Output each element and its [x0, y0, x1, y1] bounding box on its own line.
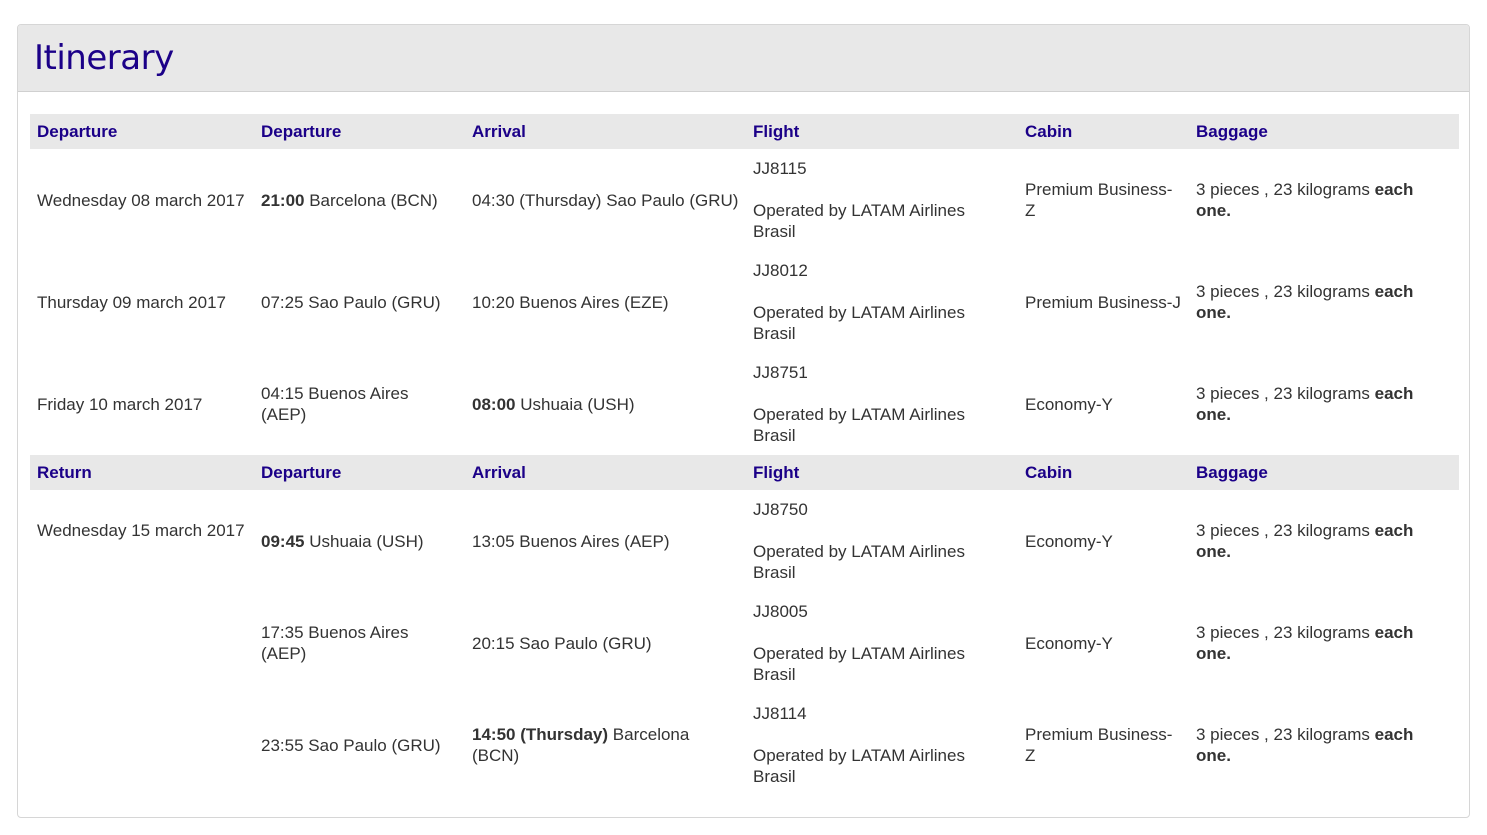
segment-arrival: 08:00 Ushuaia (USH): [465, 353, 746, 455]
column-header-arrival: Arrival: [472, 462, 526, 482]
departure-place: Sao Paulo (GRU): [308, 292, 441, 312]
table-row: 17:35 Buenos Aires (AEP) 20:15 Sao Paulo…: [30, 592, 1459, 694]
segment-date: Wednesday 15 march 2017: [37, 521, 245, 540]
segment-flight: JJ8114 Operated by LATAM Airlines Brasil: [746, 694, 1018, 796]
segment-flight: JJ8012 Operated by LATAM Airlines Brasil: [746, 251, 1018, 353]
segment-baggage: 3 pieces , 23 kilograms each one.: [1189, 251, 1459, 353]
panel-header: Itinerary: [18, 25, 1469, 92]
page-title: Itinerary: [34, 38, 174, 78]
table-row: Wednesday 15 march 2017 09:45 Ushuaia (U…: [30, 490, 1459, 592]
segment-flight: JJ8751 Operated by LATAM Airlines Brasil: [746, 353, 1018, 455]
segment-date: Friday 10 march 2017: [37, 394, 203, 414]
departure-place: Ushuaia (USH): [309, 531, 424, 551]
segment-baggage: 3 pieces , 23 kilograms each one.: [1189, 353, 1459, 455]
departure-time: 04:15: [261, 384, 304, 403]
table-row: 23:55 Sao Paulo (GRU) 14:50 (Thursday) B…: [30, 694, 1459, 796]
arrival-time: 10:20: [472, 292, 515, 312]
return-header-row: Return Departure Arrival Flight Cabin Ba…: [30, 455, 1459, 490]
departure-place: Barcelona (BCN): [309, 190, 438, 210]
segment-departure: 17:35 Buenos Aires (AEP): [254, 592, 465, 694]
table-row: Friday 10 march 2017 04:15 Buenos Aires …: [30, 353, 1459, 455]
flight-number: JJ8005: [753, 602, 808, 621]
segment-flight: JJ8005 Operated by LATAM Airlines Brasil: [746, 592, 1018, 694]
column-header-cabin: Cabin: [1025, 121, 1073, 141]
arrival-place: Sao Paulo (GRU): [519, 633, 652, 653]
segment-cabin: Premium Business-Z: [1025, 725, 1173, 765]
segment-baggage: 3 pieces , 23 kilograms each one.: [1189, 490, 1459, 592]
segment-date: Wednesday 08 march 2017: [37, 190, 245, 210]
outbound-header-row: Departure Departure Arrival Flight Cabin…: [30, 114, 1459, 149]
segment-departure: 09:45 Ushuaia (USH): [254, 490, 465, 592]
departure-time: 09:45: [261, 531, 305, 551]
itinerary-panel: Itinerary Departure Departure Arrival Fl…: [17, 24, 1470, 818]
arrival-place: Buenos Aires (EZE): [519, 292, 669, 312]
column-header-baggage: Baggage: [1196, 462, 1268, 482]
flight-number: JJ8114: [753, 704, 807, 723]
column-header-departure: Departure: [261, 121, 342, 141]
arrival-place: Buenos Aires (AEP): [519, 531, 670, 551]
column-header-baggage: Baggage: [1196, 121, 1268, 141]
baggage-allowance: 3 pieces , 23 kilograms: [1196, 180, 1370, 199]
segment-date: [30, 592, 254, 694]
operated-by: Operated by LATAM Airlines Brasil: [753, 746, 965, 786]
baggage-allowance: 3 pieces , 23 kilograms: [1196, 521, 1370, 540]
baggage-allowance: 3 pieces , 23 kilograms: [1196, 384, 1370, 403]
segment-departure: 04:15 Buenos Aires (AEP): [254, 353, 465, 455]
segment-baggage: 3 pieces , 23 kilograms each one.: [1189, 149, 1459, 251]
flight-number: JJ8751: [753, 363, 808, 382]
segment-arrival: 20:15 Sao Paulo (GRU): [465, 592, 746, 694]
flight-number: JJ8115: [753, 159, 807, 178]
column-header-flight: Flight: [753, 462, 800, 482]
arrival-time: 13:05: [472, 531, 515, 551]
segment-departure: 21:00 Barcelona (BCN): [254, 149, 465, 251]
column-header-arrival: Arrival: [472, 121, 526, 141]
baggage-allowance: 3 pieces , 23 kilograms: [1196, 725, 1370, 744]
column-header-departure-date: Departure: [37, 121, 118, 141]
departure-time: 07:25: [261, 292, 304, 312]
operated-by: Operated by LATAM Airlines Brasil: [753, 405, 965, 445]
segment-baggage: 3 pieces , 23 kilograms each one.: [1189, 694, 1459, 796]
segment-cabin: Economy-Y: [1025, 531, 1113, 551]
arrival-place: Ushuaia (USH): [520, 394, 635, 414]
arrival-time: 14:50 (Thursday): [472, 725, 609, 744]
flight-number: JJ8750: [753, 500, 808, 519]
itinerary-table: Departure Departure Arrival Flight Cabin…: [30, 114, 1459, 796]
arrival-time: 20:15: [472, 633, 515, 653]
segment-departure: 07:25 Sao Paulo (GRU): [254, 251, 465, 353]
segment-cabin: Premium Business-J: [1025, 292, 1181, 312]
segment-cabin: Economy-Y: [1025, 394, 1113, 414]
column-header-cabin: Cabin: [1025, 462, 1073, 482]
operated-by: Operated by LATAM Airlines Brasil: [753, 201, 965, 241]
departure-time: 23:55: [261, 735, 304, 755]
column-header-return-date: Return: [37, 462, 92, 482]
column-header-departure: Departure: [261, 462, 342, 482]
segment-arrival: 10:20 Buenos Aires (EZE): [465, 251, 746, 353]
segment-cabin: Economy-Y: [1025, 633, 1113, 653]
segment-cabin: Premium Business-Z: [1025, 180, 1173, 220]
segment-flight: JJ8115 Operated by LATAM Airlines Brasil: [746, 149, 1018, 251]
arrival-time: 08:00: [472, 394, 516, 414]
segment-baggage: 3 pieces , 23 kilograms each one.: [1189, 592, 1459, 694]
segment-arrival: 14:50 (Thursday) Barcelona (BCN): [465, 694, 746, 796]
operated-by: Operated by LATAM Airlines Brasil: [753, 303, 965, 343]
segment-arrival: 04:30 (Thursday) Sao Paulo (GRU): [465, 149, 746, 251]
table-row: Thursday 09 march 2017 07:25 Sao Paulo (…: [30, 251, 1459, 353]
segment-date: [30, 694, 254, 796]
baggage-allowance: 3 pieces , 23 kilograms: [1196, 623, 1370, 642]
segment-departure: 23:55 Sao Paulo (GRU): [254, 694, 465, 796]
column-header-flight: Flight: [753, 121, 800, 141]
arrival-place: Sao Paulo (GRU): [606, 190, 739, 210]
arrival-time: 04:30 (Thursday): [472, 190, 602, 210]
operated-by: Operated by LATAM Airlines Brasil: [753, 644, 965, 684]
segment-flight: JJ8750 Operated by LATAM Airlines Brasil: [746, 490, 1018, 592]
departure-place: Sao Paulo (GRU): [308, 735, 441, 755]
segment-date: Thursday 09 march 2017: [37, 292, 226, 312]
departure-time: 21:00: [261, 190, 305, 210]
flight-number: JJ8012: [753, 261, 808, 280]
baggage-allowance: 3 pieces , 23 kilograms: [1196, 282, 1370, 301]
operated-by: Operated by LATAM Airlines Brasil: [753, 542, 965, 582]
departure-time: 17:35: [261, 623, 304, 642]
segment-arrival: 13:05 Buenos Aires (AEP): [465, 490, 746, 592]
table-row: Wednesday 08 march 2017 21:00 Barcelona …: [30, 149, 1459, 251]
